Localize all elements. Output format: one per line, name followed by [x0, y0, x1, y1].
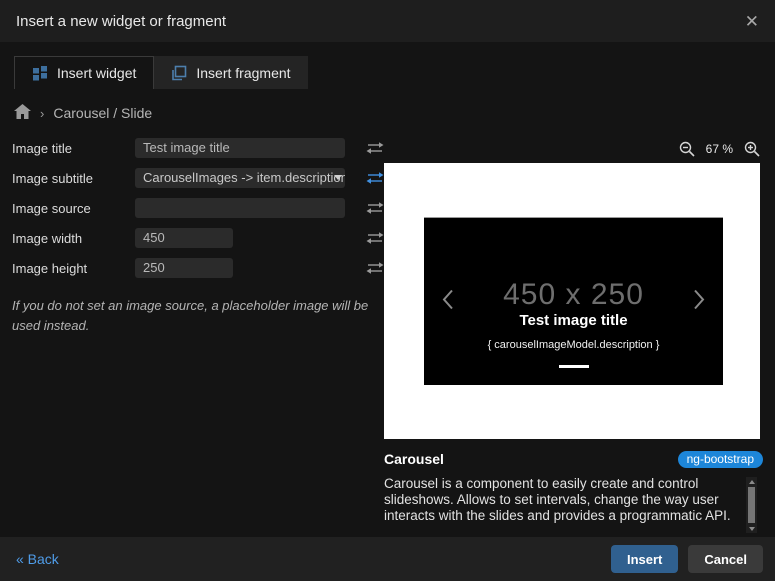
widget-config-form: Image title Image subtitle CarouselImage…	[12, 138, 384, 288]
zoom-out-icon[interactable]	[679, 141, 695, 157]
image-width-label: Image width	[12, 230, 83, 246]
tab-insert-widget[interactable]: Insert widget	[14, 56, 155, 89]
swap-arrows-icon	[366, 142, 384, 154]
image-height-bind-toggle[interactable]	[364, 261, 384, 275]
tab-bar: Insert widget Insert fragment	[14, 56, 308, 89]
swap-arrows-icon	[366, 262, 384, 274]
insert-button[interactable]: Insert	[610, 545, 679, 573]
form-row-image-subtitle: Image subtitle CarouselImages -> item.de…	[12, 168, 384, 188]
image-subtitle-label: Image subtitle	[12, 170, 93, 186]
form-row-image-width: Image width	[12, 228, 384, 248]
fragment-copy-icon	[171, 65, 187, 81]
close-icon[interactable]: ✕	[745, 13, 759, 30]
preview-zoom-bar: 67 %	[384, 138, 760, 160]
carousel-placeholder-text: 450 x 250	[503, 278, 644, 311]
carousel-indicator[interactable]	[558, 365, 589, 368]
form-row-image-title: Image title	[12, 138, 384, 158]
widget-description: Carousel is a component to easily create…	[384, 476, 731, 524]
home-icon[interactable]	[14, 104, 31, 122]
tab-insert-widget-label: Insert widget	[57, 65, 137, 81]
form-row-image-source: Image source	[12, 198, 384, 218]
swap-arrows-icon-active	[366, 172, 384, 184]
image-height-label: Image height	[12, 260, 88, 276]
scroll-down-icon[interactable]	[748, 524, 755, 533]
image-title-bind-toggle[interactable]	[364, 141, 384, 155]
insert-widget-dialog: Insert a new widget or fragment ✕ Insert…	[0, 0, 775, 581]
scroll-up-icon[interactable]	[748, 477, 755, 486]
breadcrumb: › Carousel / Slide	[14, 104, 152, 122]
image-title-input[interactable]	[135, 138, 345, 158]
image-width-input[interactable]	[135, 228, 233, 248]
widget-grid-icon	[32, 65, 48, 81]
swap-arrows-icon	[366, 202, 384, 214]
image-subtitle-select[interactable]: CarouselImages -> item.description	[135, 168, 345, 188]
placeholder-note: If you do not set an image source, a pla…	[12, 298, 369, 333]
tab-insert-fragment-label: Insert fragment	[196, 64, 291, 81]
carousel-slide-subtitle: { carouselImageModel.description }	[487, 339, 660, 351]
widget-preview-panel: 450 x 250 Test image title { carouselIma…	[384, 163, 760, 439]
form-row-image-height: Image height	[12, 258, 384, 278]
image-subtitle-bind-toggle[interactable]	[364, 171, 384, 185]
widget-name: Carousel	[384, 451, 444, 467]
image-title-label: Image title	[12, 140, 72, 156]
chevron-down-icon	[334, 175, 342, 180]
breadcrumb-path: Carousel / Slide	[53, 105, 153, 121]
carousel-preview: 450 x 250 Test image title { carouselIma…	[424, 217, 723, 385]
image-height-input[interactable]	[135, 258, 233, 278]
dialog-footer: « Back Insert Cancel	[0, 537, 775, 581]
scrollbar-thumb[interactable]	[748, 487, 755, 523]
carousel-slide-title: Test image title	[519, 312, 628, 329]
image-source-input[interactable]	[135, 198, 345, 218]
zoom-level: 67 %	[705, 142, 733, 156]
dialog-titlebar: Insert a new widget or fragment ✕	[0, 0, 775, 42]
breadcrumb-separator: ›	[40, 105, 45, 121]
description-scrollbar[interactable]	[746, 477, 757, 533]
widget-library-badge: ng-bootstrap	[677, 451, 763, 468]
image-width-bind-toggle[interactable]	[364, 231, 384, 245]
swap-arrows-icon	[366, 232, 384, 244]
tab-insert-fragment[interactable]: Insert fragment	[154, 56, 308, 89]
image-source-bind-toggle[interactable]	[364, 201, 384, 215]
zoom-in-icon[interactable]	[744, 141, 760, 157]
cancel-button[interactable]: Cancel	[688, 545, 763, 573]
back-link[interactable]: « Back	[16, 551, 59, 567]
dialog-title: Insert a new widget or fragment	[16, 12, 227, 30]
image-source-label: Image source	[12, 200, 91, 216]
